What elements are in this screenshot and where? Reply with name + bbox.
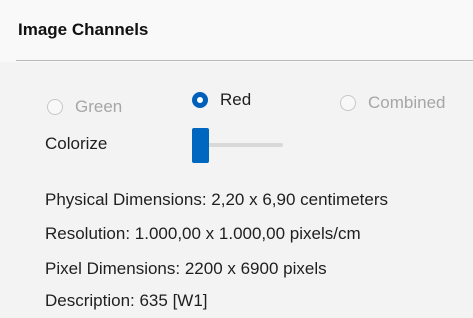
radio-green-label: Green (75, 97, 123, 116)
radio-combined-label: Combined (368, 93, 446, 112)
radio-red-circle (192, 92, 208, 108)
resolution-text: Resolution: 1.000,00 x 1.000,00 pixels/c… (45, 224, 361, 243)
physical-dimensions-text: Physical Dimensions: 2,20 x 6,90 centime… (45, 190, 388, 209)
radio-combined[interactable]: Combined (340, 93, 446, 113)
radio-green[interactable]: Green (47, 97, 122, 117)
pixel-dimensions-text: Pixel Dimensions: 2200 x 6900 pixels (45, 259, 327, 278)
description-text: Description: 635 [W1] (45, 291, 208, 310)
colorize-label: Colorize (45, 134, 108, 153)
radio-combined-circle (340, 95, 356, 111)
header-divider (16, 60, 473, 61)
radio-red-label: Red (220, 90, 252, 109)
panel-title: Image Channels (18, 20, 149, 39)
panel-header: Image Channels (0, 0, 473, 62)
radio-green-circle (47, 99, 63, 115)
colorize-slider-thumb[interactable] (192, 128, 209, 163)
radio-red[interactable]: Red (192, 90, 251, 110)
